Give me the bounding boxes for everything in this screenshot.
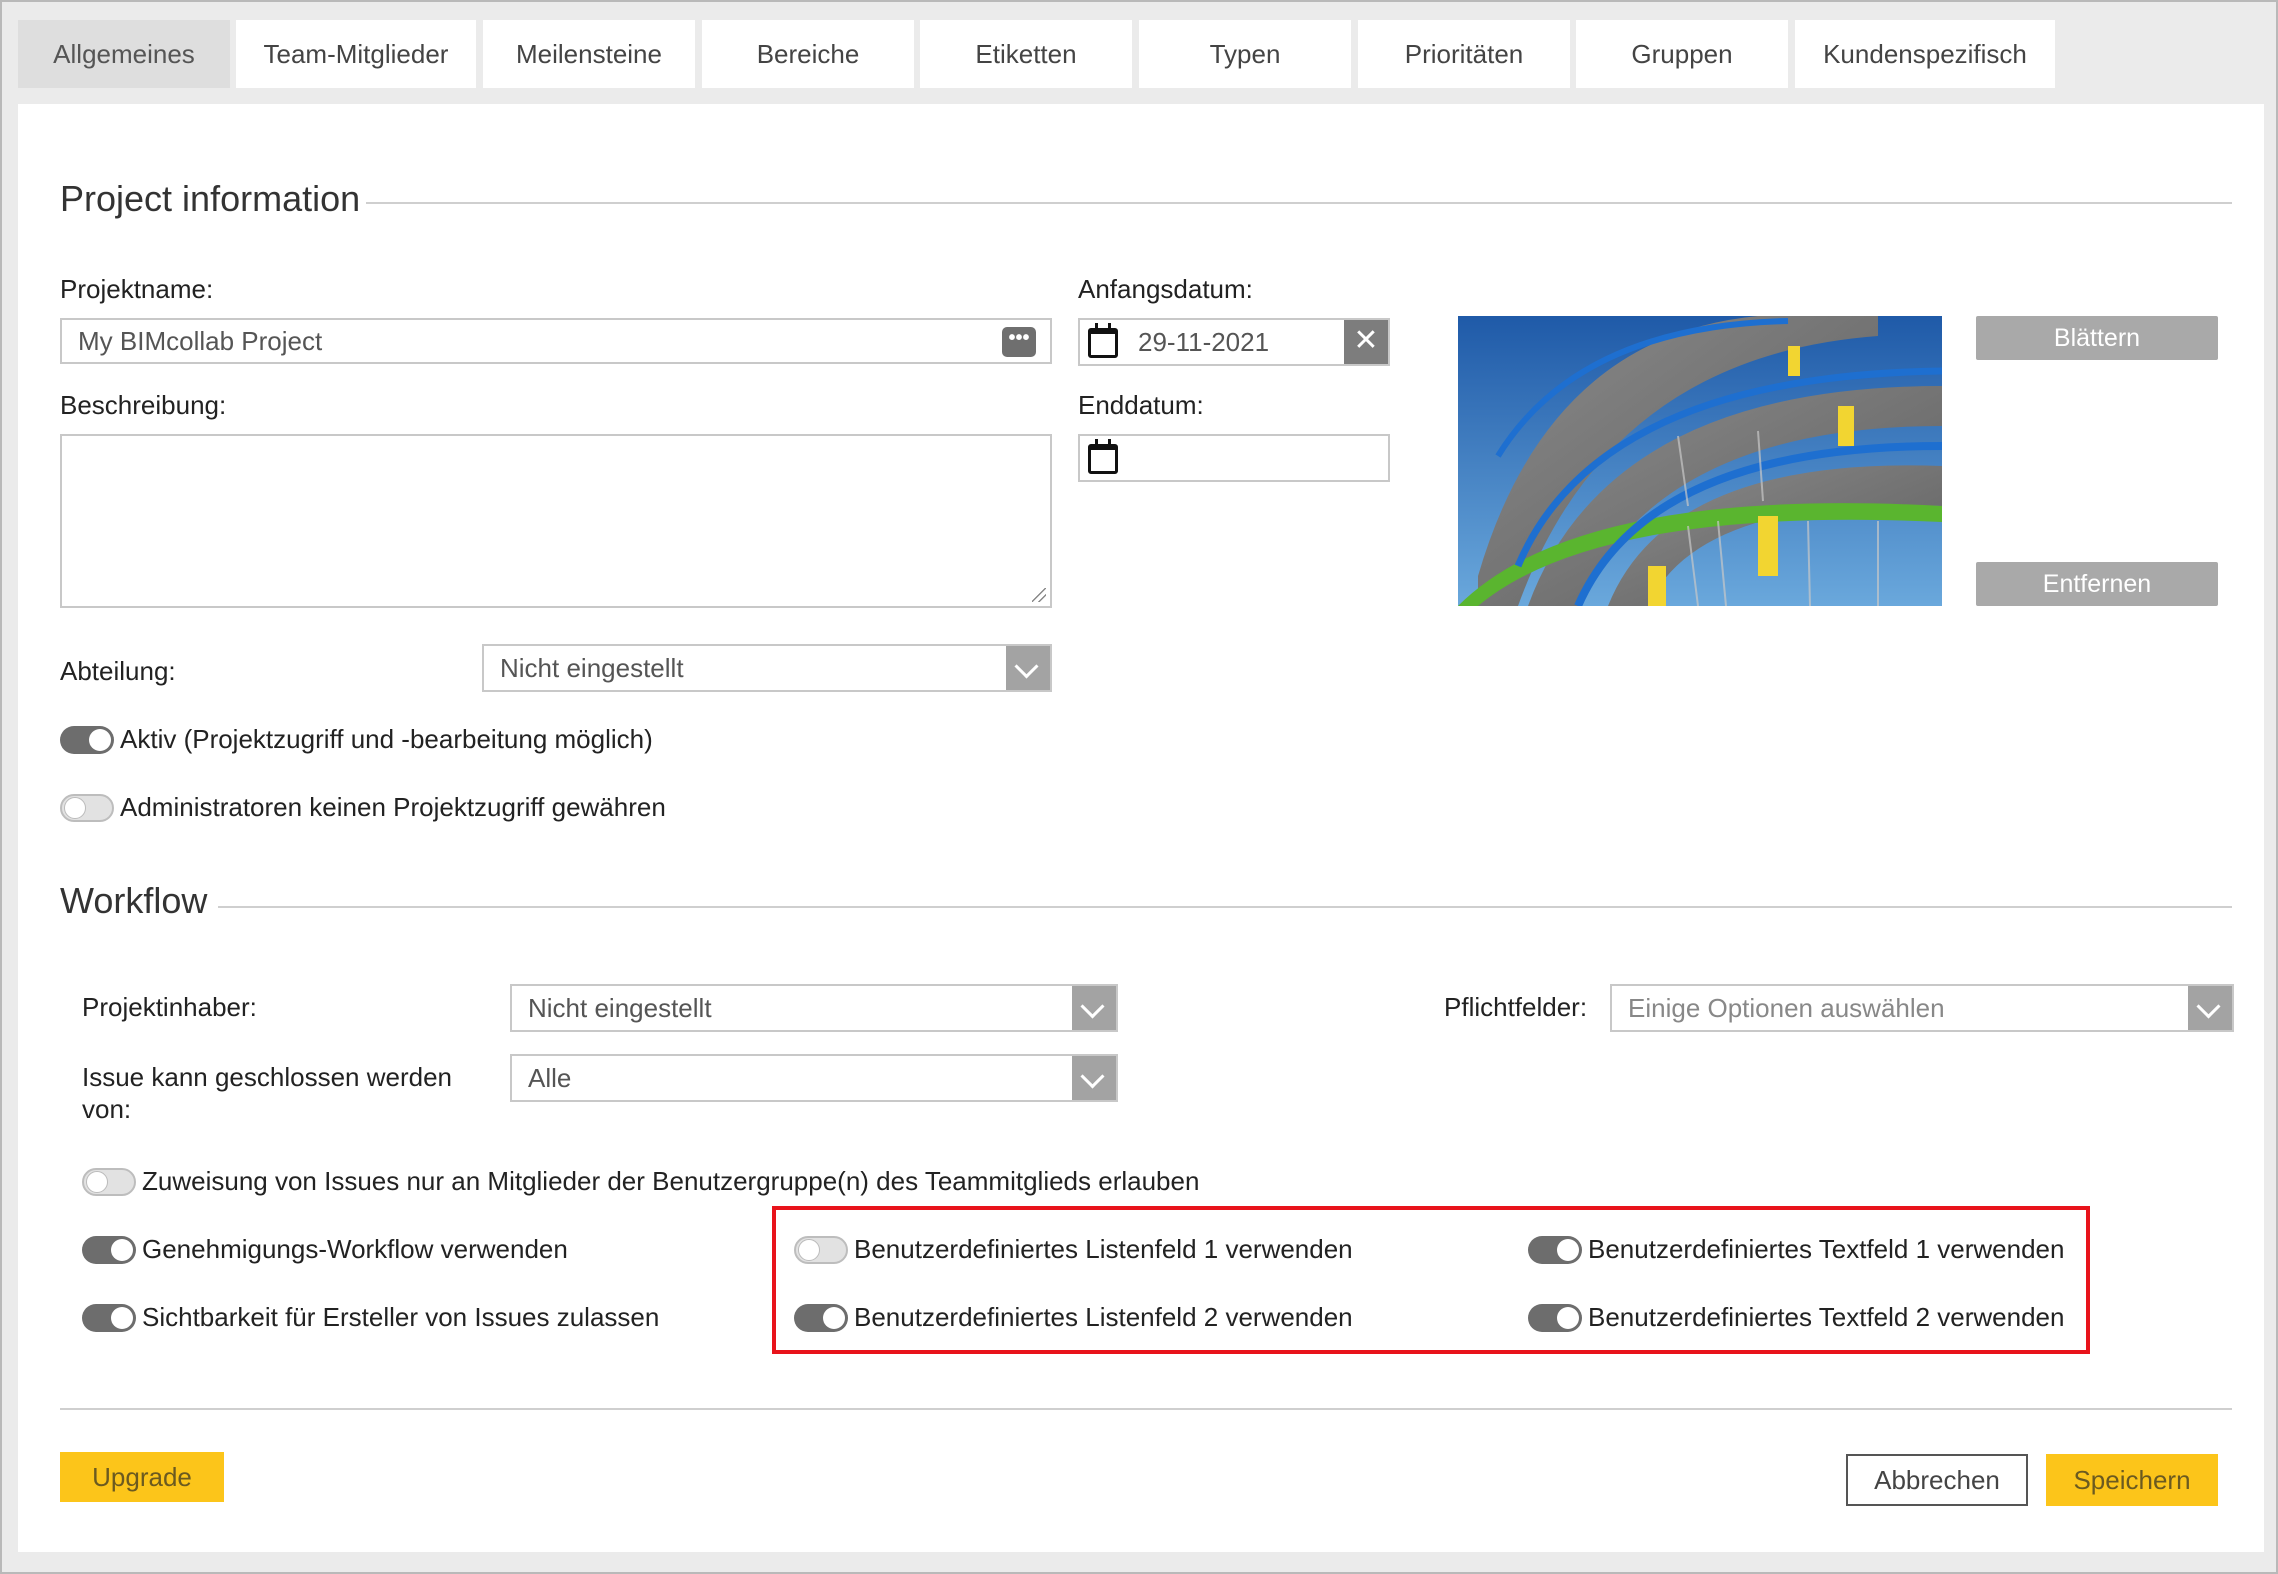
toggle-creator-visibility[interactable] xyxy=(82,1304,136,1332)
required-fields-select[interactable]: Einige Optionen auswählen xyxy=(1610,984,2234,1032)
resize-handle-icon[interactable] xyxy=(1032,588,1046,602)
calendar-icon[interactable] xyxy=(1088,323,1118,358)
tab-prioritaeten[interactable]: Prioritäten xyxy=(1358,20,1570,88)
toggle-creator-visibility-label: Sichtbarkeit für Ersteller von Issues zu… xyxy=(142,1302,660,1332)
clear-date-button[interactable]: ✕ xyxy=(1344,320,1388,364)
toggle-assign-group-only[interactable] xyxy=(82,1168,136,1196)
toggle-approval-workflow[interactable] xyxy=(82,1236,136,1264)
project-name-label: Projektname: xyxy=(60,274,214,304)
section-divider xyxy=(218,906,2232,908)
toggle-active-label: Aktiv (Projektzugriff und -bearbeitung m… xyxy=(120,724,653,754)
tab-team-mitglieder[interactable]: Team-Mitglieder xyxy=(236,20,476,88)
toggle-custom-list-1-label: Benutzerdefiniertes Listenfeld 1 verwend… xyxy=(854,1234,1353,1264)
toggle-custom-text-2-label: Benutzerdefiniertes Textfeld 2 verwenden xyxy=(1588,1302,2065,1332)
toggle-custom-text-2[interactable] xyxy=(1528,1304,1582,1332)
project-owner-label: Projektinhaber: xyxy=(82,992,257,1022)
toggle-approval-workflow-label: Genehmigungs-Workflow verwenden xyxy=(142,1234,568,1264)
toggle-custom-list-2-label: Benutzerdefiniertes Listenfeld 2 verwend… xyxy=(854,1302,1353,1332)
remove-button[interactable]: Entfernen xyxy=(1976,562,2218,606)
project-owner-select[interactable]: Nicht eingestellt xyxy=(510,984,1118,1032)
end-date-label: Enddatum: xyxy=(1078,390,1204,420)
chevron-down-icon[interactable] xyxy=(1006,646,1050,690)
section-title-project-information: Project information xyxy=(60,178,361,219)
section-title-workflow: Workflow xyxy=(60,880,208,921)
toggle-custom-list-2[interactable] xyxy=(794,1304,848,1332)
required-fields-label: Pflichtfelder: xyxy=(1444,992,1588,1022)
tab-typen[interactable]: Typen xyxy=(1139,20,1351,88)
department-label: Abteilung: xyxy=(60,656,176,686)
tab-allgemeines[interactable]: Allgemeines xyxy=(18,20,230,88)
description-label: Beschreibung: xyxy=(60,390,227,420)
toggle-custom-text-1[interactable] xyxy=(1528,1236,1582,1264)
tab-etiketten[interactable]: Etiketten xyxy=(920,20,1132,88)
chevron-down-icon[interactable] xyxy=(1072,986,1116,1030)
chevron-down-icon[interactable] xyxy=(1072,1056,1116,1100)
section-divider xyxy=(366,202,2232,204)
tab-gruppen[interactable]: Gruppen xyxy=(1576,20,1788,88)
more-options-button[interactable]: ••• xyxy=(1002,327,1036,357)
toggle-custom-list-1[interactable] xyxy=(794,1236,848,1264)
project-owner-value: Nicht eingestellt xyxy=(528,993,712,1023)
closable-by-label-cont: von: xyxy=(82,1094,132,1124)
toggle-admin-no-access-label: Administratoren keinen Projektzugriff ge… xyxy=(120,792,666,822)
required-fields-placeholder: Einige Optionen auswählen xyxy=(1628,993,1945,1023)
save-button[interactable]: Speichern xyxy=(2046,1454,2218,1506)
start-date-input[interactable]: 29-11-2021 ✕ xyxy=(1078,318,1390,366)
end-date-input[interactable] xyxy=(1078,434,1390,482)
project-thumbnail-image xyxy=(1458,316,1942,606)
upgrade-button[interactable]: Upgrade xyxy=(60,1452,224,1502)
settings-panel: Project information Projektname: My BIMc… xyxy=(18,104,2264,1552)
footer-divider xyxy=(60,1408,2232,1410)
browse-button[interactable]: Blättern xyxy=(1976,316,2218,360)
closable-by-value: Alle xyxy=(528,1063,572,1093)
closable-by-label: Issue kann geschlossen werden xyxy=(82,1062,453,1092)
closable-by-select[interactable]: Alle xyxy=(510,1054,1118,1102)
toggle-active[interactable] xyxy=(60,726,114,754)
toggle-assign-group-only-label: Zuweisung von Issues nur an Mitglieder d… xyxy=(142,1166,1200,1196)
toggle-custom-text-1-label: Benutzerdefiniertes Textfeld 1 verwenden xyxy=(1588,1234,2065,1264)
description-textarea[interactable] xyxy=(60,434,1052,608)
project-name-value: My BIMcollab Project xyxy=(78,326,323,356)
start-date-label: Anfangsdatum: xyxy=(1078,274,1253,304)
chevron-down-icon[interactable] xyxy=(2188,986,2232,1030)
toggle-admin-no-access[interactable] xyxy=(60,794,114,822)
department-value: Nicht eingestellt xyxy=(500,653,684,683)
tab-bereiche[interactable]: Bereiche xyxy=(702,20,914,88)
calendar-icon[interactable] xyxy=(1088,439,1118,474)
cancel-button[interactable]: Abbrechen xyxy=(1846,1454,2028,1506)
tab-kundenspezifisch[interactable]: Kundenspezifisch xyxy=(1795,20,2055,88)
project-name-input[interactable]: My BIMcollab Project ••• xyxy=(60,318,1052,364)
window-frame: Allgemeines Team-Mitglieder Meilensteine… xyxy=(0,0,2278,1574)
tab-meilensteine[interactable]: Meilensteine xyxy=(483,20,695,88)
start-date-value: 29-11-2021 xyxy=(1138,327,1270,357)
department-select[interactable]: Nicht eingestellt xyxy=(482,644,1052,692)
